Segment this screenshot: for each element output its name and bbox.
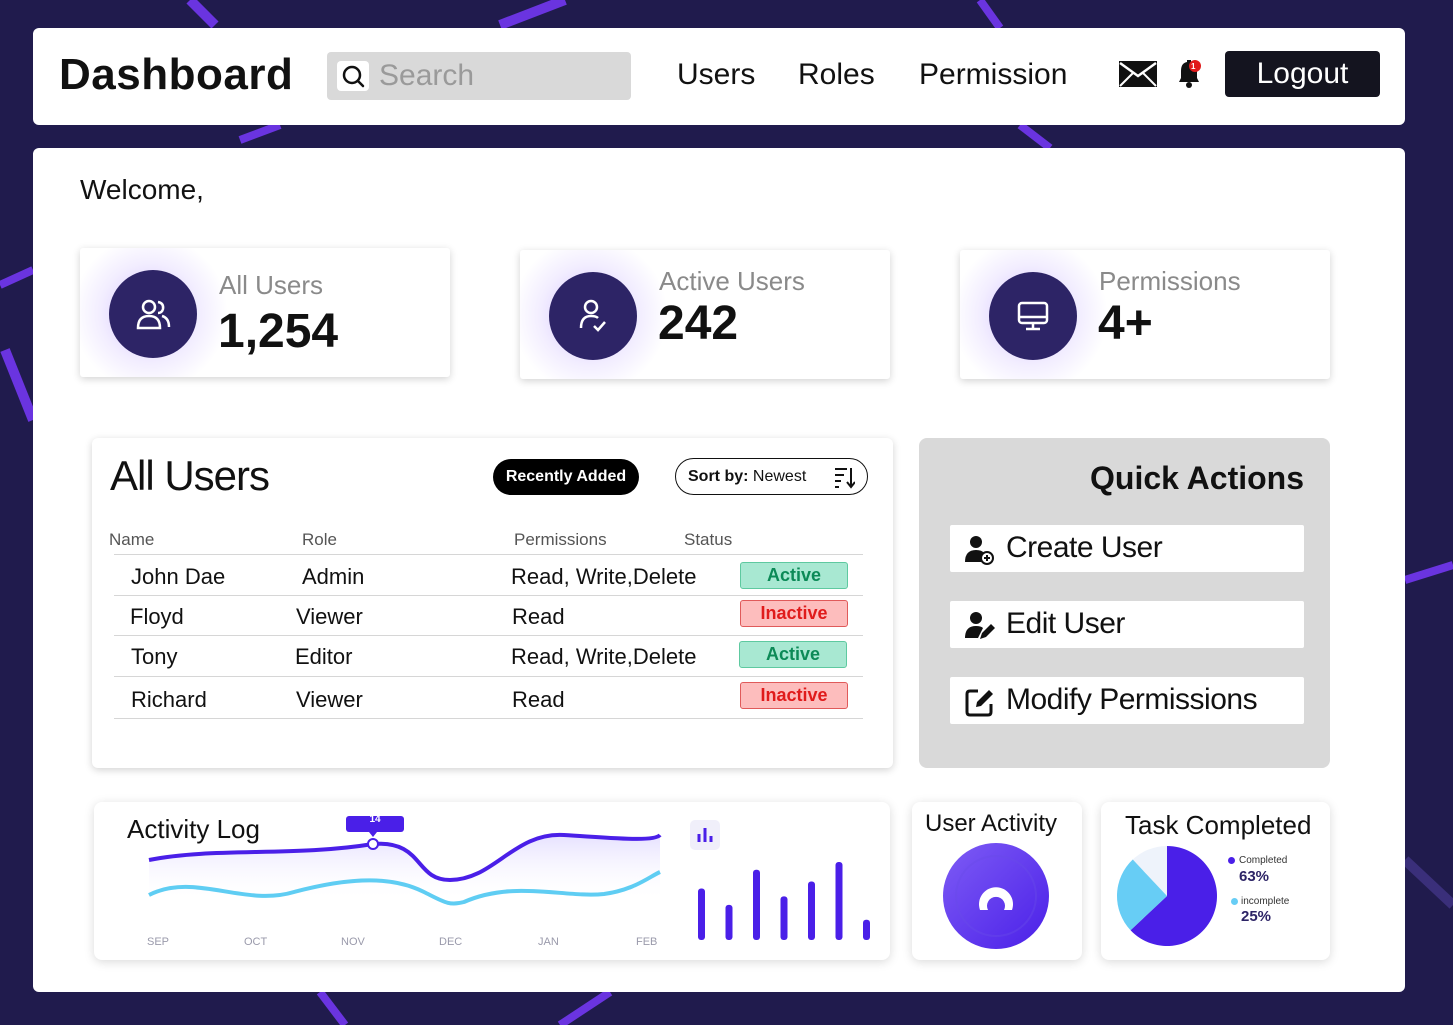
- tooltip-value: 14: [369, 814, 381, 825]
- status-badge: Active: [739, 641, 847, 668]
- sort-dropdown[interactable]: Sort by: Newest: [675, 458, 868, 495]
- activity-bar: [780, 896, 788, 940]
- users-icon: [109, 270, 197, 358]
- modify-permissions-label: Modify Permissions: [1006, 683, 1258, 716]
- nav-users[interactable]: Users: [677, 58, 755, 92]
- column-header-permissions[interactable]: Permissions: [514, 530, 607, 550]
- bell-icon[interactable]: [1175, 58, 1203, 95]
- stat-value: 1,254: [218, 305, 339, 358]
- quick-actions-title: Quick Actions: [1090, 460, 1304, 496]
- cell-name: Richard: [131, 687, 207, 712]
- month-label: FEB: [636, 936, 658, 948]
- user-add-icon: [964, 534, 996, 571]
- stat-card-active-users[interactable]: Active Users 242: [520, 250, 890, 379]
- sort-icon: [833, 465, 856, 494]
- stat-value: 4+: [1098, 297, 1153, 350]
- user-activity-card: User Activity: [912, 802, 1082, 960]
- stat-card-all-users[interactable]: All Users 1,254: [80, 248, 450, 377]
- top-bar: Dashboard Users Roles Permission 1 Logou…: [33, 28, 1405, 125]
- table-row[interactable]: Richard Viewer Read Inactive: [92, 677, 893, 719]
- table-row[interactable]: Floyd Viewer Read Inactive: [92, 596, 893, 636]
- column-header-name[interactable]: Name: [109, 530, 154, 550]
- create-user-button[interactable]: Create User: [950, 525, 1304, 572]
- mail-icon[interactable]: [1118, 60, 1158, 93]
- cell-permissions: Read: [512, 687, 565, 712]
- quick-actions-panel: Quick Actions Create User Edit User Modi…: [919, 438, 1330, 768]
- stat-label: All Users: [219, 270, 324, 300]
- legend-label-completed: Completed: [1239, 855, 1288, 866]
- month-label: OCT: [244, 936, 268, 948]
- search-input[interactable]: [379, 58, 619, 94]
- user-edit-icon: [964, 610, 996, 647]
- activity-bar: [863, 919, 870, 940]
- sort-value: Newest: [752, 468, 807, 485]
- task-completed-card: Task Completed Completed 63% incomplete …: [1101, 802, 1330, 960]
- cell-name: Floyd: [130, 604, 184, 629]
- cell-permissions: Read: [512, 604, 565, 629]
- main-panel: Welcome, All Users 1,254 Active Users 24…: [33, 148, 1405, 992]
- legend-dot-completed: [1228, 857, 1235, 864]
- app-title: Dashboard: [59, 50, 294, 99]
- month-label: NOV: [341, 936, 365, 948]
- activity-bar: [725, 904, 733, 940]
- column-header-status[interactable]: Status: [684, 530, 732, 550]
- cell-permissions: Read, Write,Delete: [511, 644, 697, 669]
- table-divider: [114, 718, 863, 719]
- task-completed-title: Task Completed: [1125, 810, 1312, 840]
- search-icon: [337, 61, 369, 91]
- search-bar[interactable]: [327, 52, 631, 100]
- month-label: DEC: [439, 936, 463, 948]
- user-activity-title: User Activity: [925, 810, 1058, 837]
- cell-name: Tony: [131, 644, 178, 669]
- activity-bar: [753, 869, 760, 940]
- activity-bar: [835, 862, 843, 940]
- activity-log-card: Activity Log 14 SEP OCT NOV DEC JAN FEB: [94, 802, 890, 960]
- cell-role: Admin: [302, 564, 365, 589]
- table-row[interactable]: John Dae Admin Read, Write,Delete Active: [92, 555, 893, 595]
- users-table-card: All Users Recently Added Sort by: Newest…: [92, 438, 893, 768]
- legend-label-incomplete: incomplete: [1241, 896, 1290, 907]
- modify-permissions-button[interactable]: Modify Permissions: [950, 677, 1304, 724]
- month-label: JAN: [538, 936, 559, 948]
- edit-user-button[interactable]: Edit User: [950, 601, 1304, 648]
- cell-permissions: Read, Write,Delete: [511, 564, 697, 589]
- status-badge: Active: [740, 562, 848, 589]
- user-check-icon: [549, 272, 637, 360]
- month-label: SEP: [147, 936, 170, 948]
- stat-value: 242: [658, 297, 739, 350]
- table-row[interactable]: Tony Editor Read, Write,Delete Active: [92, 636, 893, 676]
- status-badge: Inactive: [740, 682, 848, 709]
- stat-card-permissions[interactable]: Permissions 4+: [960, 250, 1330, 379]
- nav-permission[interactable]: Permission: [919, 58, 1067, 92]
- logout-button[interactable]: Logout: [1225, 51, 1380, 97]
- cell-role: Viewer: [296, 604, 363, 629]
- task-pie-chart: [1117, 846, 1217, 946]
- legend-value-completed: 63%: [1239, 868, 1270, 885]
- nav-roles[interactable]: Roles: [798, 58, 875, 92]
- stat-label: Active Users: [659, 266, 805, 296]
- cell-role: Viewer: [296, 687, 363, 712]
- activity-bar: [698, 888, 705, 940]
- welcome-text: Welcome,: [80, 174, 204, 205]
- highlight-point[interactable]: [367, 838, 379, 850]
- stat-label: Permissions: [1099, 266, 1241, 296]
- monitor-icon: [989, 272, 1077, 360]
- create-user-label: Create User: [1006, 531, 1163, 564]
- cell-role: Editor: [295, 644, 353, 669]
- legend-value-incomplete: 25%: [1241, 908, 1272, 925]
- legend-dot-incomplete: [1231, 898, 1238, 905]
- users-table-title: All Users: [110, 452, 270, 499]
- recently-added-button[interactable]: Recently Added: [493, 459, 639, 495]
- cell-name: John Dae: [131, 564, 226, 589]
- sort-prefix: Sort by:: [688, 468, 749, 485]
- activity-bar: [808, 881, 815, 940]
- status-badge: Inactive: [740, 600, 848, 627]
- activity-line-chart: [148, 816, 870, 940]
- edit-square-icon: [964, 686, 996, 723]
- user-activity-gauge: [943, 843, 1049, 949]
- column-header-role[interactable]: Role: [302, 530, 337, 550]
- notification-count: 1: [1191, 62, 1196, 71]
- edit-user-label: Edit User: [1006, 607, 1125, 640]
